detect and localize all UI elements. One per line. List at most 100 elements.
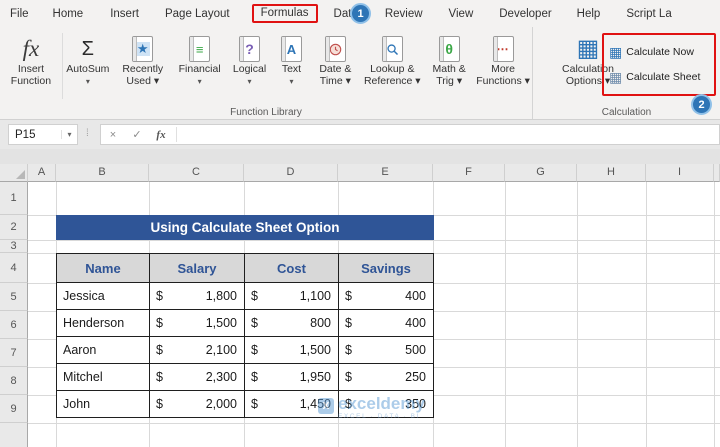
cell-name[interactable]: Mitchel bbox=[57, 364, 150, 391]
grid-area[interactable]: Using Calculate Sheet Option Name Salary… bbox=[28, 182, 720, 447]
financial-icon: ≡ bbox=[189, 36, 210, 62]
text-button[interactable]: A Text ▾ bbox=[273, 27, 311, 87]
row-header-8[interactable]: 8 bbox=[0, 367, 28, 395]
worksheet-title-cell[interactable]: Using Calculate Sheet Option bbox=[56, 215, 434, 240]
sheet-body: 1 2 3 4 5 6 7 8 9 bbox=[0, 182, 720, 447]
more-functions-label2: Functions ▾ bbox=[476, 76, 530, 88]
col-header-c[interactable]: C bbox=[149, 164, 244, 182]
tab-page-layout[interactable]: Page Layout bbox=[165, 8, 230, 20]
sigma-icon: Σ bbox=[82, 38, 94, 61]
header-salary[interactable]: Salary bbox=[150, 254, 245, 283]
cell-name[interactable]: Aaron bbox=[57, 337, 150, 364]
tab-formulas[interactable]: Formulas bbox=[252, 4, 318, 23]
row-header-3[interactable]: 3 bbox=[0, 240, 28, 253]
row-header-7[interactable]: 7 bbox=[0, 339, 28, 367]
header-savings[interactable]: Savings bbox=[339, 254, 434, 283]
insert-function-button[interactable]: fx Insert Function bbox=[0, 27, 62, 87]
header-cost[interactable]: Cost bbox=[245, 254, 339, 283]
row-header-4[interactable]: 4 bbox=[0, 253, 28, 283]
currency-symbol: $ bbox=[251, 343, 258, 357]
lookup-reference-button[interactable]: Lookup & Reference ▾ bbox=[360, 27, 424, 87]
more-functions-button[interactable]: ⋯ More Functions ▾ bbox=[474, 27, 532, 87]
cell-value: 500 bbox=[405, 343, 426, 357]
cell-savings[interactable]: $400 bbox=[339, 310, 434, 337]
cell-value: 400 bbox=[405, 289, 426, 303]
formula-bar: P15 ▾ ⁞ × ✓ fx bbox=[0, 120, 720, 149]
autosum-label: AutoSum bbox=[66, 64, 109, 76]
row-header-9[interactable]: 9 bbox=[0, 395, 28, 423]
recently-used-button[interactable]: ★ Recently Used ▾ bbox=[113, 27, 173, 87]
col-header-d[interactable]: D bbox=[244, 164, 338, 182]
name-box[interactable]: P15 ▾ bbox=[8, 124, 78, 145]
enter-icon[interactable]: ✓ bbox=[125, 128, 149, 141]
row-header-5[interactable]: 5 bbox=[0, 283, 28, 311]
calculate-sheet-button[interactable]: ▦ Calculate Sheet bbox=[609, 70, 714, 84]
math-trig-button[interactable]: θ Math & Trig ▾ bbox=[424, 27, 474, 87]
cell-salary[interactable]: $1,800 bbox=[150, 283, 245, 310]
col-header-g[interactable]: G bbox=[505, 164, 577, 182]
cell-salary[interactable]: $2,000 bbox=[150, 391, 245, 418]
tab-insert[interactable]: Insert bbox=[110, 8, 139, 20]
cell-cost[interactable]: $1,450 bbox=[245, 391, 339, 418]
date-time-button[interactable]: Date & Time ▾ bbox=[310, 27, 360, 87]
theta-icon: θ bbox=[439, 36, 460, 62]
col-header-b[interactable]: B bbox=[56, 164, 149, 182]
cell-salary[interactable]: $1,500 bbox=[150, 310, 245, 337]
formula-field-wrap: × ✓ fx bbox=[100, 124, 720, 145]
currency-symbol: $ bbox=[345, 343, 352, 357]
name-box-value: P15 bbox=[9, 129, 61, 141]
header-name[interactable]: Name bbox=[57, 254, 150, 283]
cell-savings[interactable]: $250 bbox=[339, 364, 434, 391]
row-header-6[interactable]: 6 bbox=[0, 311, 28, 339]
cell-value: 800 bbox=[310, 316, 331, 330]
col-header-f[interactable]: F bbox=[433, 164, 505, 182]
row-header-2[interactable]: 2 bbox=[0, 215, 28, 240]
col-header-e[interactable]: E bbox=[338, 164, 433, 182]
gridline bbox=[505, 182, 506, 447]
gridline bbox=[646, 182, 647, 447]
table-row: Henderson $1,500 $800 $400 bbox=[57, 310, 434, 337]
logical-button[interactable]: ? Logical ▾ bbox=[227, 27, 273, 87]
cell-cost[interactable]: $1,100 bbox=[245, 283, 339, 310]
formula-bar-drag-handle[interactable]: ⁞ bbox=[86, 128, 89, 139]
cell-savings[interactable]: $350 bbox=[339, 391, 434, 418]
table-row: Aaron $2,100 $1,500 $500 bbox=[57, 337, 434, 364]
cell-value: 2,100 bbox=[206, 343, 237, 357]
cell-name[interactable]: John bbox=[57, 391, 150, 418]
math-trig-label2: Trig ▾ bbox=[436, 76, 462, 88]
tab-developer[interactable]: Developer bbox=[499, 8, 551, 20]
row-header-1[interactable]: 1 bbox=[0, 182, 28, 215]
tab-view[interactable]: View bbox=[449, 8, 474, 20]
row-headers: 1 2 3 4 5 6 7 8 9 bbox=[0, 182, 28, 447]
tab-help[interactable]: Help bbox=[577, 8, 601, 20]
tab-script-lab[interactable]: Script La bbox=[626, 8, 671, 20]
cell-value: 1,500 bbox=[206, 316, 237, 330]
calculate-now-button[interactable]: ▦ Calculate Now bbox=[609, 45, 714, 59]
name-box-dropdown-icon[interactable]: ▾ bbox=[61, 130, 77, 139]
insert-function-icon[interactable]: fx bbox=[149, 129, 173, 141]
cell-cost[interactable]: $1,950 bbox=[245, 364, 339, 391]
select-all-corner[interactable] bbox=[0, 164, 28, 182]
col-header-a[interactable]: A bbox=[28, 164, 56, 182]
col-header-h[interactable]: H bbox=[577, 164, 646, 182]
cell-cost[interactable]: $1,500 bbox=[245, 337, 339, 364]
table-row: John $2,000 $1,450 $350 bbox=[57, 391, 434, 418]
cell-name[interactable]: Jessica bbox=[57, 283, 150, 310]
col-header-i[interactable]: I bbox=[646, 164, 714, 182]
cell-salary[interactable]: $2,300 bbox=[150, 364, 245, 391]
tab-home[interactable]: Home bbox=[53, 8, 84, 20]
cell-savings[interactable]: $400 bbox=[339, 283, 434, 310]
row-header-10-partial[interactable] bbox=[0, 423, 28, 447]
tab-review[interactable]: Review bbox=[385, 8, 423, 20]
currency-symbol: $ bbox=[156, 370, 163, 384]
col-header-j-sliver[interactable] bbox=[714, 164, 720, 182]
financial-button[interactable]: ≡ Financial ▾ bbox=[173, 27, 227, 87]
clock-icon bbox=[325, 36, 346, 62]
cell-cost[interactable]: $800 bbox=[245, 310, 339, 337]
tab-file[interactable]: File bbox=[10, 8, 29, 20]
cell-name[interactable]: Henderson bbox=[57, 310, 150, 337]
cell-salary[interactable]: $2,100 bbox=[150, 337, 245, 364]
cell-savings[interactable]: $500 bbox=[339, 337, 434, 364]
autosum-button[interactable]: Σ AutoSum ▾ bbox=[63, 27, 113, 87]
cancel-icon[interactable]: × bbox=[101, 129, 125, 141]
